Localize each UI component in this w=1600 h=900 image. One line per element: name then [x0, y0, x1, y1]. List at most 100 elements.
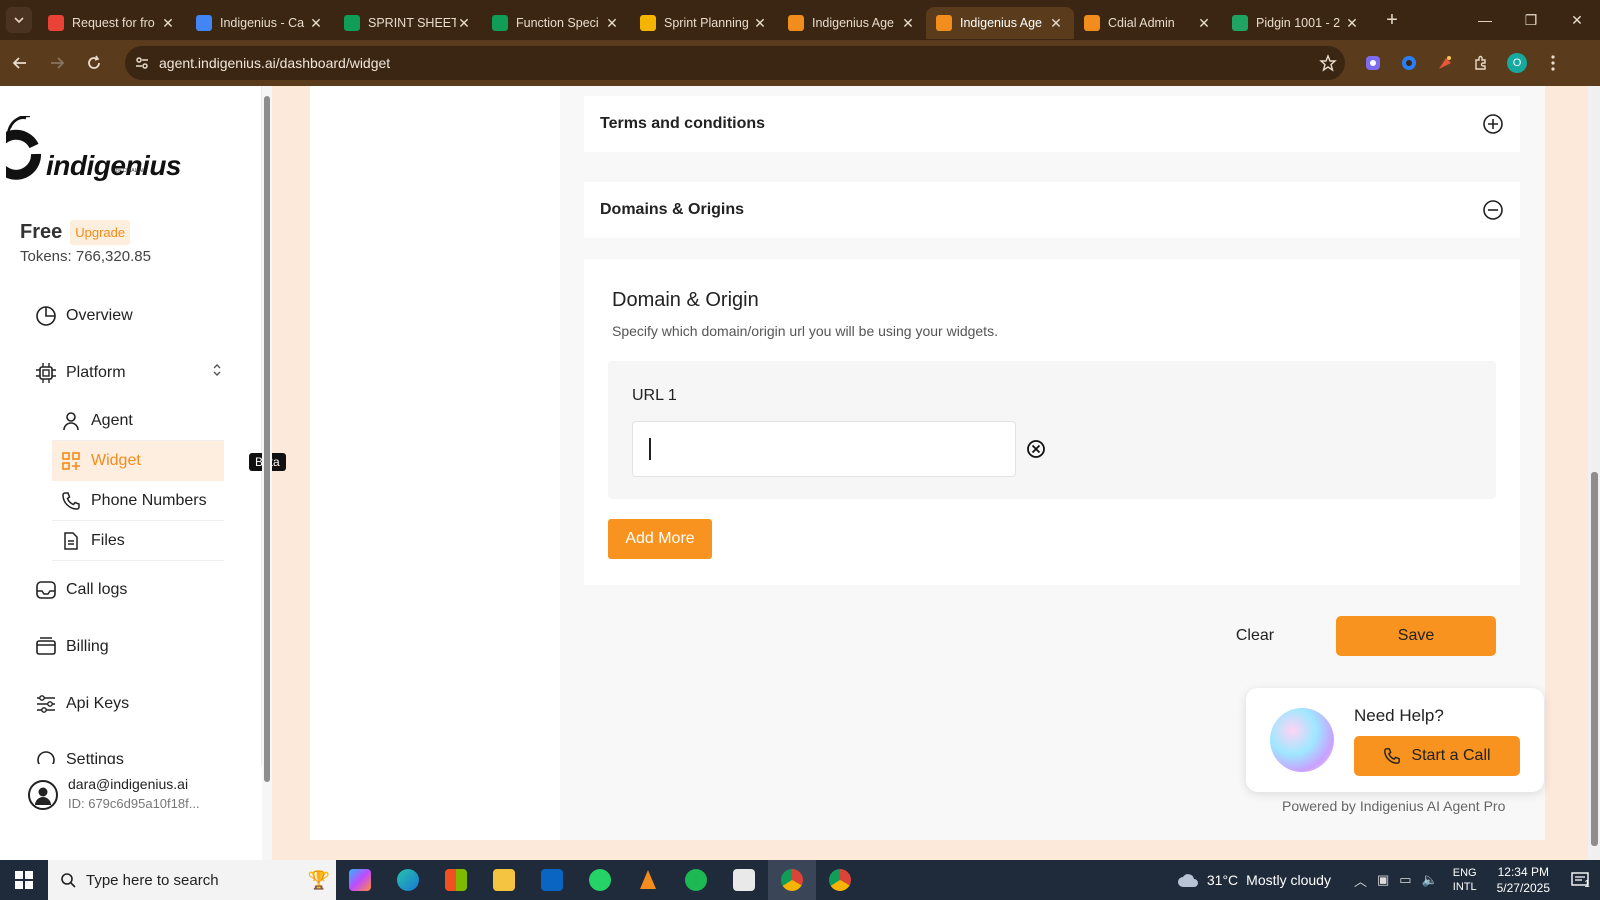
browser-tab[interactable]: Indigenius Age ✕	[778, 7, 926, 39]
add-more-button[interactable]: Add More	[608, 519, 712, 559]
minus-circle-icon[interactable]	[1482, 199, 1504, 221]
close-tab-icon[interactable]: ✕	[604, 15, 620, 32]
language-indicator[interactable]: ENG INTL	[1453, 866, 1477, 894]
drive-icon	[1232, 15, 1248, 31]
assistant-orb-icon	[1270, 708, 1334, 772]
widget-grid-icon	[60, 450, 82, 472]
sidebar-scroll-thumb[interactable]	[264, 96, 270, 782]
browser-tab[interactable]: Request for fro ✕	[38, 7, 186, 39]
sidebar-scrollbar[interactable]	[262, 86, 272, 860]
accordion-domains[interactable]: Domains & Origins	[584, 182, 1520, 238]
help-widget: Need Help? Start a Call	[1246, 688, 1544, 792]
restore-button[interactable]: ❐	[1508, 0, 1554, 40]
browser-tab[interactable]: Indigenius - Ca ✕	[186, 7, 334, 39]
page-scroll-thumb[interactable]	[1591, 472, 1598, 846]
new-tab-button[interactable]: +	[1380, 9, 1404, 32]
nav-widget[interactable]: Widget Beta	[52, 441, 286, 481]
spotify-icon[interactable]	[672, 860, 720, 900]
nav-settings[interactable]: Settings	[34, 748, 124, 764]
nav-api-keys[interactable]: Api Keys	[34, 692, 129, 716]
chrome-icon[interactable]	[816, 860, 864, 900]
extension-icon[interactable]	[1355, 46, 1391, 80]
close-tab-icon[interactable]: ✕	[1344, 15, 1360, 32]
accordion-terms[interactable]: Terms and conditions	[584, 96, 1520, 152]
chevron-up-icon[interactable]: ︿	[1354, 871, 1367, 890]
close-tab-icon[interactable]: ✕	[1196, 15, 1212, 32]
nav-phone-numbers[interactable]: Phone Numbers	[52, 481, 224, 521]
browser-tab-title: Request for fro	[72, 16, 155, 30]
browser-tab[interactable]: Pidgin 1001 - 2 ✕	[1222, 7, 1370, 39]
puzzle-icon[interactable]	[1463, 46, 1499, 80]
extension-icon[interactable]	[1391, 46, 1427, 80]
copilot-icon[interactable]	[336, 860, 384, 900]
avatar	[28, 780, 58, 810]
outlook-icon[interactable]	[528, 860, 576, 900]
url-text[interactable]: agent.indigenius.ai/dashboard/widget	[159, 55, 1311, 71]
store-icon[interactable]	[432, 860, 480, 900]
browser-tab[interactable]: Function Speci ✕	[482, 7, 630, 39]
browser-tab[interactable]: Cdial Admin ✕	[1074, 7, 1222, 39]
nav-platform[interactable]: Platform	[34, 361, 126, 385]
address-bar[interactable]: agent.indigenius.ai/dashboard/widget	[125, 46, 1345, 80]
close-tab-icon[interactable]: ✕	[308, 15, 324, 32]
upgrade-button[interactable]: Upgrade	[70, 220, 131, 245]
browser-tab-title: Cdial Admin	[1108, 16, 1175, 30]
browser-tab[interactable]: SPRINT SHEET ✕	[334, 7, 482, 39]
expand-collapse-icon[interactable]	[212, 362, 222, 378]
nav-widget-label: Widget	[91, 452, 141, 469]
accordion-terms-title: Terms and conditions	[600, 115, 766, 132]
notification-center-icon[interactable]: 1	[1560, 871, 1600, 890]
nav-billing[interactable]: Billing	[34, 635, 109, 659]
plus-circle-icon[interactable]	[1482, 113, 1504, 135]
notification-count: 1	[1584, 878, 1590, 890]
chrome-icon[interactable]	[768, 860, 816, 900]
minimize-button[interactable]: —	[1462, 0, 1508, 40]
extension-icon[interactable]	[1427, 46, 1463, 80]
site-info-icon[interactable]	[125, 55, 159, 71]
close-tab-icon[interactable]: ✕	[752, 15, 768, 32]
volume-icon[interactable]: 🔈	[1422, 872, 1438, 888]
bookmark-star-icon[interactable]	[1311, 54, 1345, 72]
windows-start-icon[interactable]	[0, 860, 48, 900]
vlc-icon[interactable]	[624, 860, 672, 900]
page-scrollbar[interactable]	[1588, 86, 1600, 860]
url-input[interactable]	[632, 421, 1016, 477]
start-call-button[interactable]: Start a Call	[1354, 736, 1520, 776]
close-window-button[interactable]: ✕	[1554, 0, 1600, 40]
profile-avatar[interactable]: O	[1499, 46, 1535, 80]
nav-files[interactable]: Files	[52, 521, 224, 561]
browser-tab[interactable]: Sprint Planning ✕	[630, 7, 778, 39]
browser-tab-title: Indigenius Age	[960, 16, 1043, 30]
reload-button[interactable]	[77, 46, 111, 80]
close-tab-icon[interactable]: ✕	[160, 15, 176, 32]
save-button[interactable]: Save	[1336, 616, 1496, 656]
close-tab-icon[interactable]: ✕	[900, 15, 916, 32]
file-explorer-icon[interactable]	[480, 860, 528, 900]
device-icon[interactable]: ▣	[1377, 872, 1389, 888]
indigenius-logo[interactable]: indigenius by CDIAL.AI	[6, 116, 182, 188]
nav-overview-label: Overview	[66, 307, 133, 324]
clock[interactable]: 12:34 PM 5/27/2025	[1497, 864, 1550, 896]
tab-search-button[interactable]	[6, 7, 32, 33]
taskbar-search[interactable]: Type here to search 🏆	[48, 860, 336, 900]
browser-tab-title: Sprint Planning	[664, 16, 749, 30]
nav-agent[interactable]: Agent	[52, 401, 224, 441]
clear-button[interactable]: Clear	[1220, 616, 1290, 656]
indigenius-icon	[788, 15, 804, 31]
battery-icon[interactable]: ▭	[1399, 872, 1411, 888]
close-tab-icon[interactable]: ✕	[456, 15, 472, 32]
user-profile[interactable]: dara@indigenius.ai ID: 679c6d95a10f18f..…	[28, 776, 200, 811]
browser-tab[interactable]: Indigenius Age ✕	[926, 7, 1074, 39]
close-tab-icon[interactable]: ✕	[1048, 15, 1064, 32]
document-icon[interactable]	[720, 860, 768, 900]
remove-url-icon[interactable]	[1026, 439, 1046, 459]
nav-call-logs[interactable]: Call logs	[34, 578, 127, 602]
more-menu-icon[interactable]	[1535, 46, 1571, 80]
forward-button[interactable]	[40, 46, 74, 80]
edge-icon[interactable]	[384, 860, 432, 900]
whatsapp-icon[interactable]	[576, 860, 624, 900]
brand-byline: by CDIAL.AI	[116, 168, 144, 174]
weather-widget[interactable]: 31°C Mostly cloudy	[1177, 871, 1331, 889]
back-button[interactable]	[3, 46, 37, 80]
nav-overview[interactable]: Overview	[34, 304, 133, 328]
